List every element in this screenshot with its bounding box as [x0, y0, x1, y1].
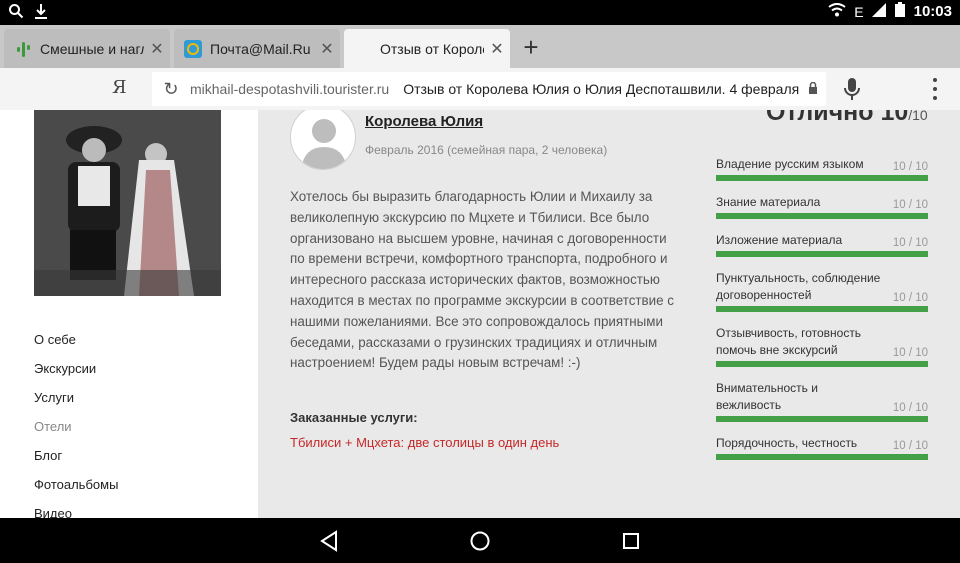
guide-photo: [34, 110, 221, 296]
download-icon: [34, 3, 48, 22]
page-icon: [354, 40, 372, 58]
new-tab-button[interactable]: +: [516, 34, 546, 64]
back-icon[interactable]: [318, 530, 340, 552]
nav-item-excursions[interactable]: Экскурсии: [34, 361, 118, 390]
rating-value: 10 / 10: [892, 402, 928, 414]
sidebar-nav: О себе Экскурсии Услуги Отели Блог Фотоа…: [34, 332, 118, 518]
wifi-icon: [828, 3, 846, 20]
lock-icon: [800, 81, 826, 97]
tab-strip: Смешные и нагляд ✕ Почта@Mail.Ru ✕ Отзыв…: [0, 25, 960, 68]
system-nav-bar: [0, 518, 960, 563]
tab-2[interactable]: Почта@Mail.Ru ✕: [174, 29, 340, 68]
overall-score-denominator: /10: [908, 110, 928, 123]
omnibox[interactable]: ↻ mikhail-despotashvili.tourister.ru Отз…: [152, 72, 826, 106]
rating-label: Пунктуальность, соблюдение договоренност…: [716, 271, 881, 302]
search-icon: [8, 3, 24, 22]
nav-item-hotels[interactable]: Отели: [34, 419, 118, 448]
reviewer-name-link[interactable]: Королева Юлия: [365, 113, 483, 130]
mailru-icon: [184, 39, 202, 58]
clock: 10:03: [913, 3, 952, 20]
status-system: E 10:03: [828, 2, 952, 21]
address-bar: Я ↻ mikhail-despotashvili.tourister.ru О…: [0, 68, 960, 110]
rating-value: 10 / 10: [892, 237, 928, 249]
rating-label: Знание материала: [716, 195, 821, 209]
review-text: Хотелось бы выразить благодарность Юлии …: [290, 189, 674, 371]
overall-score: Отлично 10/10: [766, 110, 928, 127]
url-domain: mikhail-despotashvili.tourister.ru: [190, 81, 390, 97]
overall-score-label: Отлично 10: [766, 110, 909, 126]
nav-item-photo-albums[interactable]: Фотоальбомы: [34, 477, 118, 506]
rating-label: Порядочность, честность: [716, 436, 858, 450]
tab-3-active[interactable]: Отзыв от Королева ✕: [344, 29, 510, 68]
recents-icon[interactable]: [620, 530, 642, 552]
rating-item: Знание материала 10 / 10: [716, 194, 928, 219]
tab-title: Отзыв от Королева: [380, 40, 484, 57]
tab-title: Смешные и нагляд: [40, 40, 144, 57]
more-menu-icon[interactable]: [928, 76, 942, 102]
rating-item: Пунктуальность, соблюдение договоренност…: [716, 270, 928, 312]
review-content: Королева Юлия Февраль 2016 (семейная пар…: [258, 110, 960, 518]
yandex-logo[interactable]: Я: [112, 77, 127, 98]
battery-icon: [894, 2, 906, 21]
reload-icon[interactable]: ↻: [156, 79, 186, 100]
reviewer-avatar[interactable]: [290, 110, 356, 170]
sidebar: О себе Экскурсии Услуги Отели Блог Фотоа…: [0, 110, 258, 518]
signal-icon: [871, 3, 886, 20]
nav-item-services[interactable]: Услуги: [34, 390, 118, 419]
rating-item: Изложение материала 10 / 10: [716, 232, 928, 257]
rating-label: Отзывчивость, готовность помочь вне экск…: [716, 326, 862, 357]
rating-item: Порядочность, честность 10 / 10: [716, 435, 928, 460]
nav-item-about[interactable]: О себе: [34, 332, 118, 361]
rating-item: Отзывчивость, готовность помочь вне экск…: [716, 325, 928, 367]
status-notifications: [8, 3, 48, 22]
tab-1[interactable]: Смешные и нагляд ✕: [4, 29, 170, 68]
nav-item-video[interactable]: Видео: [34, 506, 118, 518]
tab-title: Почта@Mail.Ru: [210, 40, 311, 57]
close-icon[interactable]: ✕: [484, 39, 510, 59]
home-icon[interactable]: [469, 530, 491, 552]
rating-value: 10 / 10: [892, 292, 928, 304]
rating-value: 10 / 10: [892, 347, 928, 359]
status-bar: E 10:03: [0, 0, 960, 25]
service-link[interactable]: Тбилиси + Мцхета: две столицы в один ден…: [290, 435, 559, 450]
review-meta: Февраль 2016 (семейная пара, 2 человека): [365, 143, 608, 157]
rating-label: Внимательность и вежливость: [716, 381, 818, 412]
ratings-list: Владение русским языком 10 / 10 Знание м…: [716, 156, 928, 473]
rating-value: 10 / 10: [892, 161, 928, 173]
web-page: О себе Экскурсии Услуги Отели Блог Фотоа…: [0, 110, 960, 518]
nav-item-blog[interactable]: Блог: [34, 448, 118, 477]
network-type: E: [854, 3, 864, 20]
cactus-icon: [14, 40, 32, 58]
rating-value: 10 / 10: [892, 199, 928, 211]
close-icon[interactable]: ✕: [314, 39, 340, 59]
close-icon[interactable]: ✕: [144, 39, 170, 59]
rating-value: 10 / 10: [892, 440, 928, 452]
microphone-icon[interactable]: [842, 76, 862, 102]
rating-item: Владение русским языком 10 / 10: [716, 156, 928, 181]
rating-label: Владение русским языком: [716, 157, 864, 171]
ordered-services-label: Заказанные услуги:: [290, 410, 418, 425]
url-page-title: Отзыв от Королева Юлия о Юлия Деспоташви…: [403, 81, 800, 97]
rating-item: Внимательность и вежливость 10 / 10: [716, 380, 928, 422]
rating-label: Изложение материала: [716, 233, 843, 247]
